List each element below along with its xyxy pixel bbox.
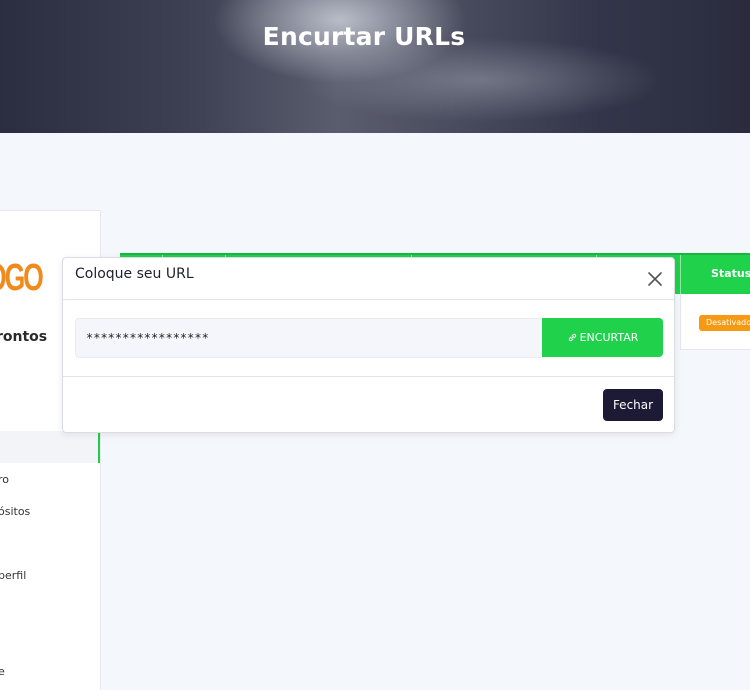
status-badge: Desativado: [699, 315, 750, 331]
sidebar-item-2[interactable]: ósitos: [0, 505, 30, 518]
url-input[interactable]: [75, 318, 543, 358]
modal-divider: [63, 376, 674, 377]
sidebar-item-4[interactable]: e: [0, 665, 5, 678]
link-icon: [568, 333, 576, 342]
sidebar-item-active[interactable]: [0, 431, 100, 463]
page-title: Encurtar URLs: [262, 22, 466, 51]
modal-divider: [63, 299, 674, 300]
page-header: Encurtar URLs: [0, 0, 750, 133]
table-row: Desativado: [680, 294, 750, 350]
column-divider: [680, 255, 681, 296]
logo[interactable]: OGO: [0, 257, 44, 300]
column-header-status[interactable]: Status: [711, 267, 750, 280]
sidebar-item-3[interactable]: perfil: [0, 569, 26, 582]
sidebar-item-1[interactable]: ro: [0, 473, 9, 486]
encurtar-label: ENCURTAR: [579, 331, 639, 344]
modal-title: Coloque seu URL: [75, 266, 194, 282]
encurtar-button[interactable]: ENCURTAR: [542, 318, 663, 357]
brand-name: rontos: [0, 329, 48, 345]
url-modal: Coloque seu URL ENCURTAR Fechar: [62, 257, 675, 433]
close-icon[interactable]: [647, 271, 663, 287]
fechar-button[interactable]: Fechar: [603, 389, 663, 421]
